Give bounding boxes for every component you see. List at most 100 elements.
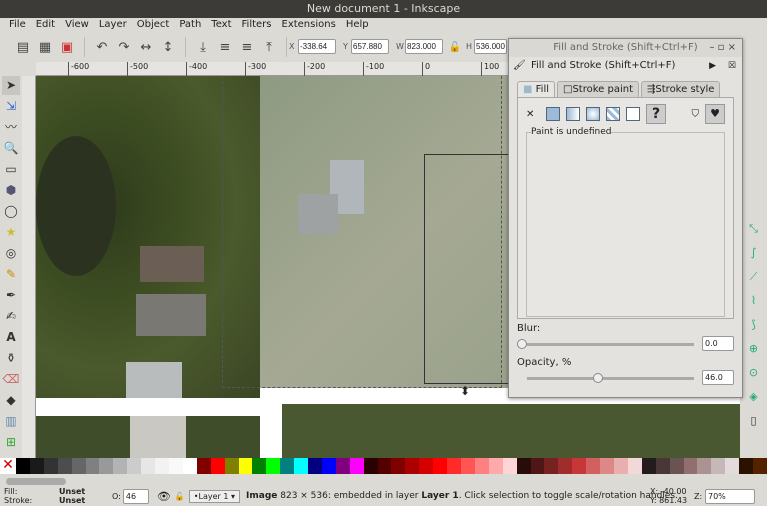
color-swatch[interactable] [57,458,72,474]
color-swatch[interactable] [85,458,100,474]
color-swatch[interactable] [627,458,642,474]
color-swatch[interactable] [238,458,253,474]
color-swatch[interactable] [196,458,211,474]
snap-smooth-icon[interactable]: ⟆ [745,318,763,336]
color-swatch[interactable] [461,458,475,474]
node-tool-icon[interactable]: ⇲ [2,97,20,116]
color-swatch[interactable] [405,458,420,474]
x-input[interactable]: -338.64 [298,39,336,54]
color-swatch[interactable] [391,458,406,474]
rotate-cw-icon[interactable]: ↷ [115,38,133,56]
color-swatch[interactable] [141,458,156,474]
snap-cusp-icon[interactable]: ⌇ [745,294,763,312]
color-swatch[interactable] [433,458,448,474]
pen-tool-icon[interactable]: ✒ [2,286,20,305]
menu-object[interactable]: Object [132,18,175,32]
menu-text[interactable]: Text [206,18,236,32]
spiral-tool-icon[interactable]: ◎ [2,244,20,263]
color-swatch[interactable] [613,458,628,474]
h-input[interactable]: 536.000 [474,39,507,54]
blur-input[interactable]: 0.0 [702,336,734,351]
color-swatch[interactable] [558,458,573,474]
color-swatch[interactable] [655,458,670,474]
linear-gradient-icon[interactable] [566,107,580,121]
dock-icon[interactable]: ▶ [709,57,716,75]
menu-file[interactable]: File [4,18,31,32]
menu-edit[interactable]: Edit [31,18,60,32]
dropper-tool-icon[interactable]: ⊞ [2,433,20,452]
color-swatch[interactable] [739,458,754,474]
color-swatch[interactable] [363,458,378,474]
fill-value[interactable]: Unset [59,487,85,496]
tab-stroke-paint[interactable]: □Stroke paint [557,81,640,97]
color-swatch[interactable] [113,458,128,474]
dialog-title-bar[interactable]: Fill and Stroke (Shift+Ctrl+F) – ▫ × [509,39,742,57]
color-swatch[interactable] [474,458,489,474]
pencil-tool-icon[interactable]: ✎ [2,265,20,284]
fill-rule-evenodd-icon[interactable]: ⛉ [692,109,700,120]
blur-slider[interactable] [517,338,694,350]
color-swatch[interactable] [252,458,267,474]
radial-gradient-icon[interactable] [586,107,600,121]
opacity-slider-handle[interactable] [593,372,604,383]
color-swatch[interactable] [586,458,601,474]
color-swatch[interactable] [544,458,559,474]
snap-path-icon[interactable]: ∫ [745,246,763,264]
color-swatch[interactable] [600,458,614,474]
3d-box-tool-icon[interactable]: ⬢ [2,181,20,200]
color-swatch[interactable] [168,458,183,474]
rectangle-tool-icon[interactable]: ▭ [2,160,20,179]
color-swatch[interactable] [683,458,698,474]
color-swatch[interactable] [641,458,656,474]
y-input[interactable]: 657.880 [351,39,389,54]
layer-dropdown[interactable]: •Layer 1 ▾ [188,489,241,503]
flat-color-icon[interactable] [546,107,560,121]
palette-scrollbar[interactable] [6,478,66,485]
flip-vertical-icon[interactable]: ↕ [159,38,177,56]
select-all-icon[interactable]: ▤ [14,38,32,56]
color-swatch[interactable] [697,458,712,474]
snap-nodes-icon[interactable]: ⤡ [745,222,763,240]
lower-to-bottom-icon[interactable]: ⤓ [194,38,212,56]
color-swatch[interactable] [266,458,281,474]
spray-tool-icon[interactable]: ⚱ [2,349,20,368]
ellipse-tool-icon[interactable]: ◯ [2,202,20,221]
visibility-icon[interactable]: 👁 [157,490,171,503]
gradient-tool-icon[interactable]: ▥ [2,412,20,431]
lock-icon[interactable]: 🔓 [446,38,464,56]
color-swatch[interactable] [182,458,197,474]
color-swatch[interactable] [447,458,461,474]
fill-rule-nonzero-icon[interactable]: ♥ [705,104,725,124]
swatch-icon[interactable] [626,107,640,121]
rotate-ccw-icon[interactable]: ↶ [93,38,111,56]
color-swatch[interactable] [753,458,767,474]
menu-filters[interactable]: Filters [237,18,277,32]
color-swatch[interactable] [488,458,503,474]
zoom-tool-icon[interactable]: 🔍 [2,139,20,158]
no-color-swatch-icon[interactable]: ✕ [0,458,16,474]
calligraphy-tool-icon[interactable]: ✍ [2,307,20,326]
raise-to-top-icon[interactable]: ⤒ [260,38,278,56]
menu-view[interactable]: View [60,18,94,32]
close-icon[interactable]: ☒ [728,57,736,75]
color-swatch[interactable] [530,458,545,474]
snap-page-icon[interactable]: ▯ [745,414,763,432]
lock-layer-icon[interactable]: 🔓 [175,492,185,501]
color-swatch[interactable] [419,458,434,474]
window-controls-icon[interactable]: – ▫ × [709,39,736,57]
color-swatch[interactable] [516,458,531,474]
snap-rotation-icon[interactable]: ◈ [745,390,763,408]
paint-bucket-tool-icon[interactable]: ◆ [2,391,20,410]
color-swatch[interactable] [308,458,322,474]
menu-path[interactable]: Path [174,18,206,32]
color-swatch[interactable] [669,458,684,474]
menu-extensions[interactable]: Extensions [277,18,341,32]
stroke-value[interactable]: Unset [59,496,85,505]
blur-slider-handle[interactable] [517,338,527,349]
deselect-icon[interactable]: ▣ [58,38,76,56]
color-swatch[interactable] [349,458,364,474]
tab-stroke-style[interactable]: ⇶Stroke style [641,81,721,97]
opacity-slider[interactable] [517,372,694,384]
color-swatch[interactable] [502,458,517,474]
color-swatch[interactable] [224,458,239,474]
